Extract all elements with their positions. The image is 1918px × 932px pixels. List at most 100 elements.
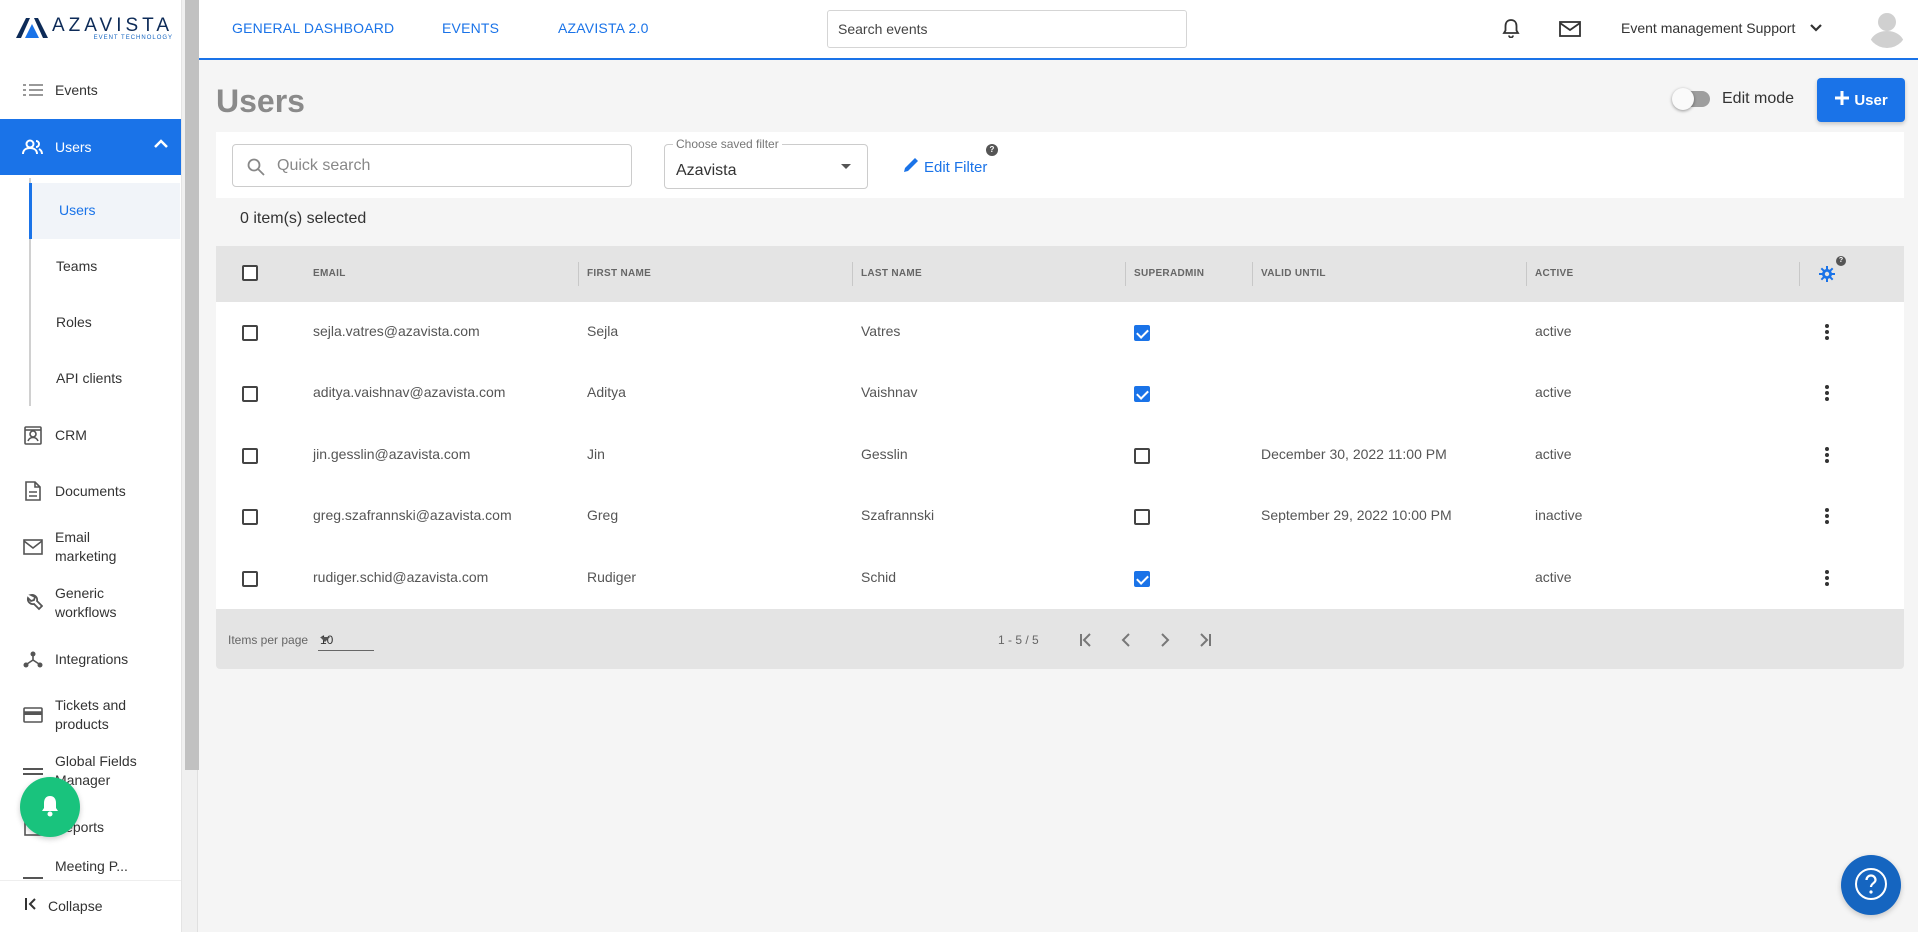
column-divider[interactable]	[1526, 262, 1527, 286]
row-checkbox[interactable]	[242, 570, 258, 587]
column-header-last-name[interactable]: LAST NAME	[861, 268, 922, 279]
next-page-icon[interactable]	[1153, 628, 1177, 652]
row-checkbox[interactable]	[242, 325, 258, 341]
sidebar-item-documents[interactable]: Documents	[0, 480, 181, 502]
user-name: Event management Support	[1621, 20, 1796, 36]
column-divider[interactable]	[852, 262, 853, 286]
toggle-knob	[1672, 88, 1694, 110]
sidebar-item-events[interactable]: Events	[0, 78, 181, 102]
row-menu-icon[interactable]	[1825, 508, 1829, 526]
sidebar-item-users[interactable]: Users	[0, 119, 181, 175]
mail-icon[interactable]	[1559, 21, 1581, 40]
column-settings-gear-icon[interactable]	[1819, 266, 1835, 285]
add-user-label: User	[1854, 91, 1888, 109]
azavista-logo-icon	[16, 18, 48, 38]
column-divider[interactable]	[578, 262, 579, 286]
nav-link-events[interactable]: EVENTS	[442, 20, 499, 36]
add-user-button[interactable]: User	[1817, 78, 1905, 122]
column-divider[interactable]	[1799, 262, 1800, 286]
superadmin-checkbox[interactable]	[1134, 447, 1150, 464]
row-menu-icon[interactable]	[1825, 446, 1829, 465]
cell-first-name: Greg	[587, 507, 619, 524]
column-header-email[interactable]: EMAIL	[313, 268, 346, 279]
sidebar-item-tickets-and-products[interactable]: Tickets and products	[0, 695, 181, 735]
cell-active: active	[1535, 323, 1572, 339]
last-page-icon[interactable]	[1193, 628, 1217, 652]
quick-search[interactable]	[232, 144, 632, 187]
notifications-fab[interactable]	[20, 777, 80, 837]
bell-icon[interactable]	[1502, 18, 1520, 41]
column-header-active[interactable]: ACTIVE	[1535, 268, 1573, 279]
cell-active: active	[1535, 445, 1572, 462]
wrench-icon	[22, 592, 44, 614]
sidebar-item-meeting[interactable]: Meeting P...	[0, 856, 181, 882]
bell-icon	[40, 795, 60, 820]
brand-logo[interactable]: AZAVISTA EVENT TECHNOLOGY	[16, 16, 173, 44]
events-list-icon	[22, 79, 44, 101]
cell-email: sejla.vatres@azavista.com	[313, 323, 480, 339]
sidebar-scrollbar[interactable]	[182, 0, 199, 932]
search-events-input[interactable]	[827, 10, 1187, 48]
sidebar-item-integrations[interactable]: Integrations	[0, 648, 181, 670]
mail-icon	[22, 536, 44, 558]
items-per-page-select[interactable]: 10	[318, 627, 374, 651]
user-menu[interactable]: Event management Support	[1621, 20, 1822, 36]
select-all-checkbox[interactable]	[242, 265, 258, 281]
superadmin-checkbox[interactable]	[1134, 325, 1150, 341]
row-menu-icon[interactable]	[1825, 324, 1829, 342]
subitem-label: Roles	[56, 314, 92, 330]
page-range: 1 - 5 / 5	[998, 632, 1039, 647]
table-row[interactable]: rudiger.schid@azavista.com Rudiger Schid…	[216, 548, 1904, 609]
sidebar-subitem-teams[interactable]: Teams	[31, 239, 181, 295]
row-menu-icon[interactable]	[1825, 385, 1829, 403]
column-divider[interactable]	[1252, 262, 1253, 286]
table-row[interactable]: greg.szafrannski@azavista.com Greg Szafr…	[216, 486, 1904, 547]
superadmin-checkbox[interactable]	[1134, 570, 1150, 587]
row-checkbox[interactable]	[242, 509, 258, 526]
cell-active: active	[1535, 384, 1572, 401]
sidebar-subitem-users[interactable]: Users	[29, 183, 180, 239]
column-header-valid-until[interactable]: VALID UNTIL	[1261, 268, 1326, 279]
user-avatar-icon	[1869, 13, 1905, 48]
table-row[interactable]: jin.gesslin@azavista.com Jin Gesslin Dec…	[216, 425, 1904, 486]
avatar[interactable]	[1867, 8, 1907, 48]
saved-filter-select[interactable]: Choose saved filter Azavista	[664, 137, 868, 189]
sidebar-item-global-fields-manager[interactable]: Global Fields Manager	[0, 751, 181, 791]
table-row[interactable]: aditya.vaishnav@azavista.com Aditya Vais…	[216, 363, 1904, 424]
document-icon	[22, 480, 44, 502]
cell-active: active	[1535, 568, 1572, 585]
table-row[interactable]: sejla.vatres@azavista.com Sejla Vatres a…	[216, 302, 1904, 363]
help-fab[interactable]	[1841, 855, 1901, 915]
column-divider[interactable]	[1125, 262, 1126, 286]
edit-mode-toggle[interactable]: Edit mode	[1672, 88, 1794, 110]
sidebar-item-crm[interactable]: CRM	[0, 424, 181, 446]
superadmin-checkbox[interactable]	[1134, 509, 1150, 526]
cell-last-name: Szafrannski	[861, 507, 935, 524]
column-header-first-name[interactable]: FIRST NAME	[587, 268, 651, 279]
help-icon[interactable]: ?	[986, 144, 998, 156]
brand-name: AZAVISTA	[52, 15, 174, 36]
saved-filter-caption: Choose saved filter	[673, 137, 782, 151]
help-icon[interactable]: ?	[1836, 256, 1846, 266]
plus-icon	[1834, 90, 1850, 110]
scrollbar-thumb[interactable]	[185, 0, 199, 770]
nav-link-general-dashboard[interactable]: GENERAL DASHBOARD	[232, 20, 394, 36]
toggle-switch[interactable]	[1672, 88, 1710, 110]
row-checkbox[interactable]	[242, 386, 258, 403]
edit-filter-button[interactable]: Edit Filter	[902, 156, 987, 178]
row-checkbox[interactable]	[242, 447, 258, 464]
sidebar-item-generic-workflows[interactable]: Generic workflows	[0, 583, 181, 623]
row-menu-icon[interactable]	[1825, 569, 1829, 588]
sidebar-subitem-api-clients[interactable]: API clients	[31, 351, 181, 407]
cell-valid-until: December 30, 2022 11:00 PM	[1261, 445, 1447, 462]
nav-link-azavista-2[interactable]: AZAVISTA 2.0	[558, 20, 649, 36]
previous-page-icon[interactable]	[1114, 628, 1138, 652]
sidebar-item-email-marketing[interactable]: Email marketing	[0, 527, 181, 567]
column-header-superadmin[interactable]: SUPERADMIN	[1134, 268, 1204, 279]
first-page-icon[interactable]	[1074, 628, 1098, 652]
superadmin-checkbox[interactable]	[1134, 386, 1150, 403]
cell-first-name: Aditya	[587, 384, 626, 401]
collapse-button[interactable]: Collapse	[0, 880, 181, 932]
quick-search-input[interactable]	[277, 153, 617, 179]
sidebar-subitem-roles[interactable]: Roles	[31, 295, 181, 351]
